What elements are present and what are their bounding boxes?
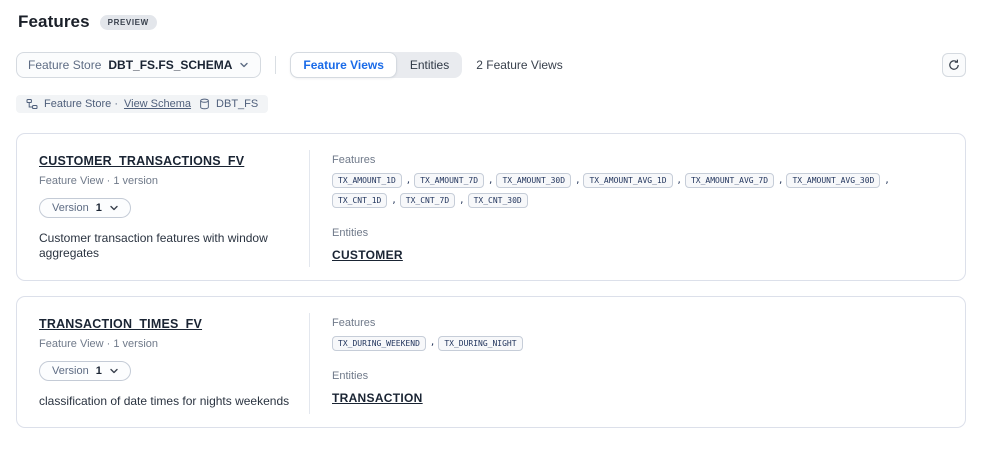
feature-view-subtitle: Feature View · 1 version [39, 338, 305, 350]
feature-chip-item: TX_AMOUNT_AVG_30D [786, 173, 892, 188]
features-chip-list: TX_AMOUNT_1D TX_AMOUNT_7D TX_AMOUNT_30D … [332, 173, 945, 208]
toolbar-divider [275, 56, 276, 74]
feature-chip[interactable]: TX_CNT_7D [400, 193, 455, 208]
feature-chip[interactable]: TX_AMOUNT_AVG_30D [786, 173, 880, 188]
page-title: Features [18, 12, 90, 32]
feature-chip-item: TX_CNT_7D [400, 193, 468, 208]
feature-view-list: CUSTOMER_TRANSACTIONS_FV Feature View · … [16, 133, 966, 428]
feature-chip-item: TX_CNT_30D [468, 193, 528, 208]
feature-chip[interactable]: TX_CNT_1D [332, 193, 387, 208]
feature-view-card: CUSTOMER_TRANSACTIONS_FV Feature View · … [16, 133, 966, 281]
entities-label: Entities [332, 227, 945, 239]
version-label: Version [52, 202, 89, 214]
feature-views-count: 2 Feature Views [476, 58, 563, 72]
feature-view-subtitle: Feature View · 1 version [39, 175, 305, 187]
feature-chip-item: TX_CNT_1D [332, 193, 400, 208]
feature-chip-item: TX_DURING_NIGHT [438, 336, 522, 351]
features-chip-list: TX_DURING_WEEKEND TX_DURING_NIGHT [332, 336, 945, 351]
refresh-icon [948, 59, 960, 71]
feature-view-description: Customer transaction features with windo… [39, 231, 305, 262]
entities-label: Entities [332, 370, 945, 382]
toolbar: Feature Store DBT_FS.FS_SCHEMA Feature V… [16, 52, 966, 78]
chevron-down-icon [109, 203, 119, 213]
view-schema-link[interactable]: View Schema [124, 98, 191, 110]
features-page: Features PREVIEW Feature Store DBT_FS.FS… [0, 0, 985, 456]
card-summary-column: TRANSACTION_TIMES_FV Feature View · 1 ve… [17, 297, 309, 427]
version-selector[interactable]: Version 1 [39, 361, 131, 381]
view-tabs: Feature Views Entities [290, 52, 462, 78]
version-label: Version [52, 365, 89, 377]
card-summary-column: CUSTOMER_TRANSACTIONS_FV Feature View · … [17, 134, 309, 280]
feature-chip[interactable]: TX_DURING_NIGHT [438, 336, 522, 351]
feature-chip[interactable]: TX_CNT_30D [468, 193, 528, 208]
refresh-button[interactable] [942, 53, 966, 77]
card-detail-column: Features TX_DURING_WEEKEND TX_DURING_NIG… [309, 313, 965, 414]
database-icon [199, 98, 210, 110]
chevron-down-icon [109, 366, 119, 376]
feature-chip[interactable]: TX_AMOUNT_7D [414, 173, 484, 188]
feature-chip[interactable]: TX_AMOUNT_1D [332, 173, 402, 188]
breadcrumb-database: DBT_FS [216, 98, 258, 110]
feature-view-description: classification of date times for nights … [39, 394, 305, 409]
feature-store-selector[interactable]: Feature Store DBT_FS.FS_SCHEMA [16, 52, 261, 78]
preview-badge: PREVIEW [100, 15, 157, 30]
feature-chip[interactable]: TX_AMOUNT_AVG_7D [685, 173, 774, 188]
feature-chip-item: TX_DURING_WEEKEND [332, 336, 438, 351]
version-value: 1 [96, 202, 102, 214]
version-value: 1 [96, 365, 102, 377]
breadcrumb-prefix: Feature Store · [44, 98, 118, 110]
feature-chip-item: TX_AMOUNT_1D [332, 173, 414, 188]
feature-chip[interactable]: TX_DURING_WEEKEND [332, 336, 426, 351]
features-label: Features [332, 317, 945, 329]
feature-chip-item: TX_AMOUNT_7D [414, 173, 496, 188]
entity-link[interactable]: TRANSACTION [332, 391, 423, 405]
page-header: Features PREVIEW [0, 0, 985, 32]
feature-store-label: Feature Store [28, 58, 101, 72]
features-label: Features [332, 154, 945, 166]
card-detail-column: Features TX_AMOUNT_1D TX_AMOUNT_7D TX_AM… [309, 150, 965, 267]
feature-chip[interactable]: TX_AMOUNT_AVG_1D [583, 173, 672, 188]
entity-link[interactable]: CUSTOMER [332, 248, 403, 262]
feature-store-value: DBT_FS.FS_SCHEMA [108, 58, 232, 72]
feature-view-card: TRANSACTION_TIMES_FV Feature View · 1 ve… [16, 296, 966, 428]
schema-tree-icon [26, 98, 38, 110]
tab-feature-views[interactable]: Feature Views [290, 52, 396, 78]
version-selector[interactable]: Version 1 [39, 198, 131, 218]
feature-view-title-link[interactable]: CUSTOMER_TRANSACTIONS_FV [39, 154, 244, 168]
feature-chip-item: TX_AMOUNT_AVG_7D [685, 173, 786, 188]
breadcrumb: Feature Store · View Schema DBT_FS [16, 95, 268, 113]
feature-chip-item: TX_AMOUNT_AVG_1D [583, 173, 684, 188]
feature-chip[interactable]: TX_AMOUNT_30D [496, 173, 571, 188]
feature-chip-item: TX_AMOUNT_30D [496, 173, 583, 188]
feature-view-title-link[interactable]: TRANSACTION_TIMES_FV [39, 317, 202, 331]
chevron-down-icon [239, 60, 249, 70]
tab-entities[interactable]: Entities [397, 52, 462, 78]
